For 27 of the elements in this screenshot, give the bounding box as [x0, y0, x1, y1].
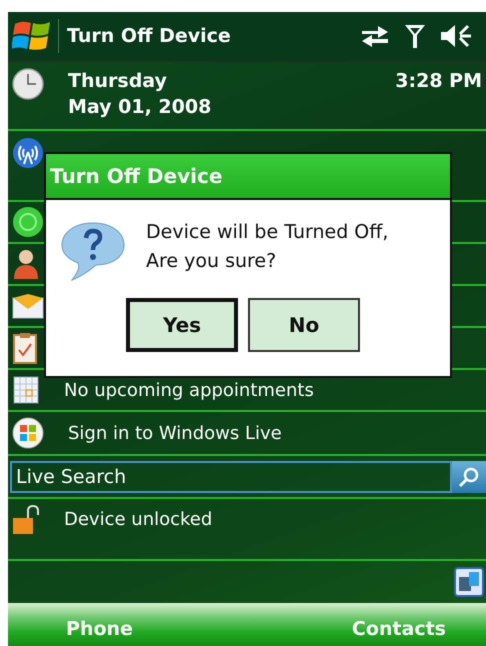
signal-antenna-icon[interactable] — [404, 23, 426, 49]
calendar-icon[interactable] — [12, 375, 40, 405]
connectivity-arrows-icon[interactable] — [360, 23, 390, 49]
clipboard-icon[interactable] — [12, 332, 38, 364]
person-icon[interactable] — [12, 248, 40, 280]
padlock-open-icon[interactable] — [12, 505, 40, 535]
dialog-message: Device will be Turned Off, Are you sure? — [146, 220, 388, 274]
orb-icon[interactable] — [12, 206, 44, 238]
clock-icon[interactable] — [12, 68, 44, 100]
search-field[interactable]: Live Search — [10, 460, 452, 492]
yes-button[interactable]: Yes — [126, 298, 238, 352]
speaker-icon[interactable] — [440, 23, 472, 49]
time-text: 3:28 PM — [395, 69, 482, 94]
question-bubble-icon — [60, 220, 126, 282]
appointments-text[interactable]: No upcoming appointments — [64, 380, 314, 400]
broadcast-icon[interactable] — [12, 137, 44, 169]
day-text: Thursday — [68, 69, 168, 94]
windows-live-text[interactable]: Sign in to Windows Live — [68, 422, 282, 444]
lock-status-text[interactable]: Device unlocked — [64, 509, 212, 530]
date-text: May 01, 2008 — [68, 95, 212, 120]
dialog-title: Turn Off Device — [46, 154, 450, 200]
envelope-icon[interactable] — [12, 293, 44, 319]
no-button[interactable]: No — [248, 298, 360, 352]
app-icon[interactable] — [454, 567, 484, 597]
search-button[interactable] — [452, 460, 486, 492]
windows-orb-icon[interactable] — [12, 417, 44, 449]
window-title: Turn Off Device — [67, 25, 232, 47]
